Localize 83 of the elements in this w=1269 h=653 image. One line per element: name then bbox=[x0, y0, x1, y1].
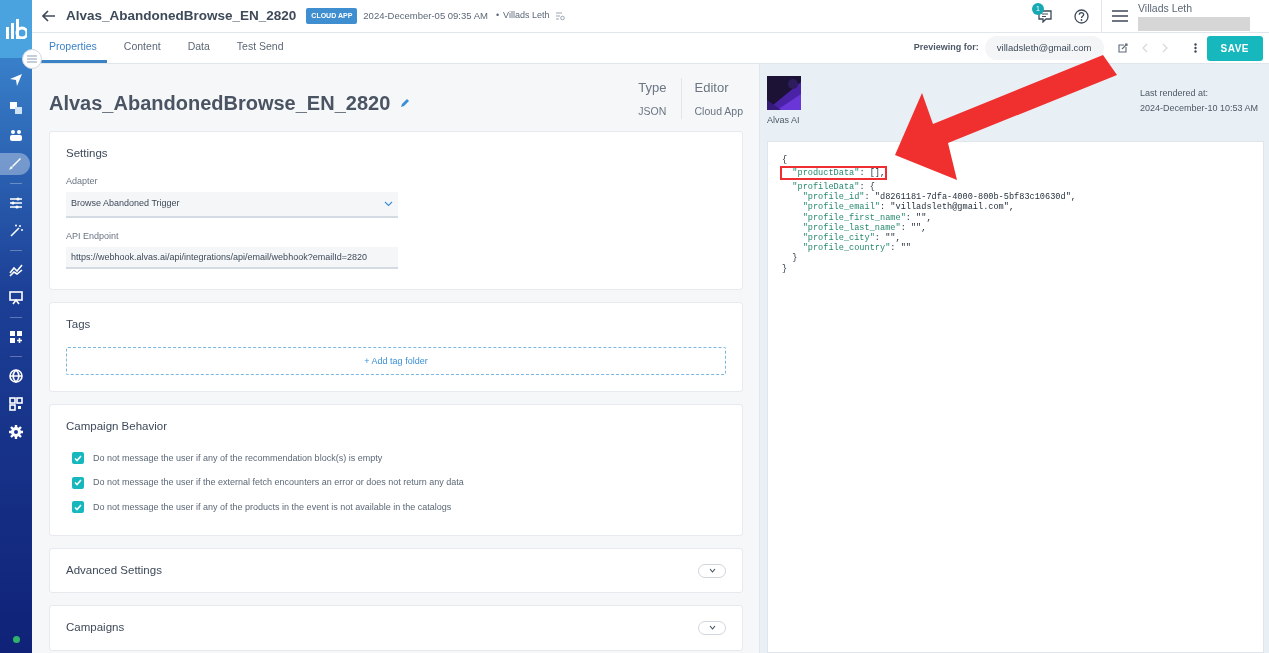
code-line: } bbox=[782, 263, 788, 274]
code-line: "profile_last_name": "", bbox=[801, 222, 927, 233]
field-label: API Endpoint bbox=[66, 229, 120, 243]
chevron-right-icon bbox=[1161, 43, 1168, 53]
checkmark-icon bbox=[74, 503, 82, 511]
tab[interactable]: Data bbox=[177, 33, 220, 63]
code-line: { bbox=[782, 154, 788, 165]
qr-code-icon bbox=[9, 397, 23, 411]
add-tag-folder-button[interactable]: + Add tag folder bbox=[66, 347, 726, 376]
brush-icon bbox=[8, 157, 22, 171]
option-label: Do not message the user if any of the recommendation block(s) is empty bbox=[93, 451, 383, 465]
code-line: } bbox=[791, 253, 798, 264]
menu-icon bbox=[27, 55, 37, 63]
edit-name-button[interactable] bbox=[400, 98, 411, 108]
card-title: Campaigns bbox=[66, 620, 125, 636]
created-date: 2024-December-05 09:35 AM bbox=[363, 8, 488, 23]
card-title: Settings bbox=[66, 146, 109, 162]
separator-dot: • bbox=[495, 9, 500, 23]
code-line: "profile_id": "d8261181-7dfa-4000-800b-5bf83c10630d", bbox=[801, 192, 1076, 203]
checkmark-icon bbox=[74, 454, 82, 462]
meta-label: Type bbox=[638, 79, 667, 97]
magic-wand-icon bbox=[9, 224, 23, 238]
layers-icon bbox=[9, 101, 23, 115]
code-line: "profile_first_name": "", bbox=[801, 212, 932, 223]
chat-icon bbox=[1038, 9, 1052, 23]
option-label: Do not message the user if any of the products in the event is not available in the catalogs bbox=[93, 500, 452, 514]
tab[interactable]: Content bbox=[113, 33, 171, 63]
endpoint-field[interactable]: https://webhook.alvas.ai/api/integrations/api/email/webhook?emailId=2820 bbox=[66, 247, 398, 269]
checkbox[interactable] bbox=[72, 501, 84, 514]
rendered-date: 2024-December-10 10:53 AM bbox=[1139, 102, 1258, 115]
option-label: Do not message the user if the external fetch encounters an error or does not return any data bbox=[93, 476, 464, 489]
app-name: Alvas AI bbox=[767, 114, 801, 127]
globe-icon bbox=[9, 369, 23, 383]
menu-icon bbox=[1112, 9, 1128, 22]
back-button[interactable] bbox=[42, 10, 56, 22]
kebab-icon bbox=[1193, 43, 1197, 53]
pencil-icon bbox=[400, 98, 411, 108]
card-title: Campaign Behavior bbox=[66, 419, 168, 435]
sliders-icon bbox=[9, 196, 23, 210]
meta-value: Cloud App bbox=[694, 103, 743, 119]
menu-button[interactable] bbox=[1112, 9, 1128, 22]
more-options-button[interactable] bbox=[1193, 43, 1197, 53]
author-name: Villads Leth bbox=[503, 9, 550, 23]
messages-button[interactable] bbox=[1038, 9, 1052, 23]
open-external-button[interactable] bbox=[1117, 43, 1128, 53]
document-search-icon bbox=[555, 11, 566, 21]
code-line: "profile_city": "", bbox=[801, 232, 901, 243]
logo-icon bbox=[5, 19, 27, 39]
external-link-icon bbox=[1117, 43, 1128, 53]
presentation-icon bbox=[9, 291, 23, 305]
template-name: Alvas_AbandonedBrowse_EN_2820 bbox=[49, 91, 391, 116]
help-icon bbox=[1074, 8, 1089, 24]
code-line: "productData": [], bbox=[782, 167, 886, 178]
meta-label: Editor bbox=[694, 79, 730, 97]
line-chart-icon bbox=[9, 263, 23, 277]
code-line: "profileData": { bbox=[791, 181, 875, 192]
code-line: "profile_country": "" bbox=[801, 243, 911, 254]
previewing-label: Previewing for: bbox=[913, 41, 979, 55]
checkmark-icon bbox=[74, 479, 82, 487]
chevron-down-icon bbox=[708, 625, 716, 631]
card-title: Advanced Settings bbox=[66, 563, 162, 578]
adapter-select[interactable]: Browse Abandoned Trigger bbox=[66, 192, 398, 218]
code-line: "profile_email": "villadsleth@gmail.com", bbox=[801, 202, 1015, 213]
chevron-down-icon bbox=[708, 568, 716, 574]
user-name: Villads Leth bbox=[1138, 0, 1194, 16]
rendered-label: Last rendered at: bbox=[1139, 87, 1209, 100]
checkbox[interactable] bbox=[72, 476, 84, 489]
field-label: Adapter bbox=[66, 174, 99, 188]
back-arrow-icon bbox=[42, 10, 56, 22]
card-title: Tags bbox=[66, 317, 92, 332]
meta-value: JSON bbox=[638, 103, 667, 119]
status-dot bbox=[12, 636, 20, 643]
chevron-down-icon bbox=[384, 200, 393, 207]
settings-icon bbox=[9, 425, 23, 439]
chevron-left-icon bbox=[1141, 43, 1148, 53]
page-title: Alvas_AbandonedBrowse_EN_2820 bbox=[66, 6, 297, 25]
tab[interactable]: Test Send bbox=[226, 33, 294, 63]
dashboard-icon bbox=[9, 330, 23, 344]
preview-email-field[interactable]: villadsleth@gmail.com bbox=[984, 35, 1104, 61]
help-button[interactable] bbox=[1074, 8, 1089, 24]
people-icon bbox=[9, 129, 23, 143]
checkbox[interactable] bbox=[72, 452, 84, 465]
send-icon bbox=[9, 73, 23, 87]
